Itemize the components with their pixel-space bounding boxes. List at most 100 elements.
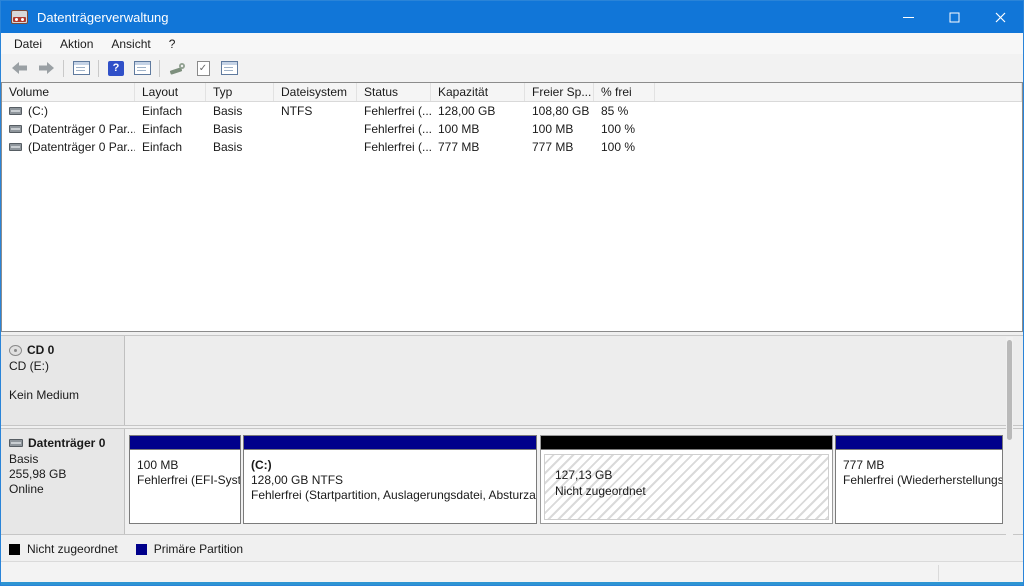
forward-arrow-icon [37,61,55,75]
menu-datei[interactable]: Datei [5,34,51,54]
properties-window-icon [221,61,238,75]
window-title: Datenträgerverwaltung [37,10,169,25]
column-header-freier-sp[interactable]: Freier Sp... [525,83,594,101]
legend-bar: Nicht zugeordnet Primäre Partition [1,538,1023,560]
help-button[interactable]: ? [104,57,128,79]
layout-cell: Einfach [135,122,206,136]
layout-cell: Einfach [135,104,206,118]
partition-size: 777 MB [843,458,995,473]
legend-item-primary: Primäre Partition [136,542,243,556]
freier-sp-cell: 100 MB [525,122,594,136]
legend-label: Nicht zugeordnet [27,542,118,556]
volume-icon [9,107,22,115]
help-icon: ? [108,61,124,76]
prozent-frei-cell: 100 % [594,140,655,154]
table-row[interactable]: (Datenträger 0 Par... Einfach Basis Fehl… [2,120,1022,138]
title-bar: Datenträgerverwaltung [1,1,1023,33]
layout-cell: Einfach [135,140,206,154]
maximize-button[interactable] [931,1,977,33]
wrench-icon [168,61,186,75]
partition-efi[interactable]: 100 MB Fehlerfrei (EFI-Syste [129,435,241,524]
column-header-volume[interactable]: Volume [2,83,135,101]
disk0-capacity: 255,98 GB [9,467,116,482]
caption-buttons [885,1,1023,33]
unallocated-swatch [9,544,20,555]
action-tool-button[interactable] [165,57,189,79]
prozent-frei-cell: 85 % [594,104,655,118]
check-document-button[interactable]: ✓ [191,57,215,79]
maximize-icon [949,12,960,23]
console-tree-icon [73,61,90,75]
disk-icon [9,439,23,447]
partition-status: Fehlerfrei (Wiederherstellungs [843,473,995,488]
disk0-status: Online [9,482,116,497]
column-header-typ[interactable]: Typ [206,83,274,101]
primary-partition-bar [130,436,240,450]
back-arrow-icon [11,61,29,75]
scrollbar-thumb[interactable] [1007,340,1012,440]
table-row[interactable]: (C:) Einfach Basis NTFS Fehlerfrei (... … [2,102,1022,120]
back-button[interactable] [8,57,32,79]
volume-list-pane: Volume Layout Typ Dateisystem Status Kap… [1,82,1023,332]
menu-ansicht[interactable]: Ansicht [102,34,159,54]
disk0-panel[interactable]: Datenträger 0 Basis 255,98 GB Online [1,429,125,534]
column-header-dateisystem[interactable]: Dateisystem [274,83,357,101]
legend-item-unallocated: Nicht zugeordnet [9,542,118,556]
primary-partition-bar [836,436,1002,450]
menu-help[interactable]: ? [160,34,185,54]
properties-window-button[interactable] [217,57,241,79]
kapazitaet-cell: 777 MB [431,140,525,154]
partition-name: (C:) [251,458,529,473]
vertical-scrollbar[interactable] [1006,337,1013,535]
cd-drive-panel[interactable]: CD 0 CD (E:) Kein Medium [1,336,125,425]
status-bar [1,561,1023,584]
graphical-view-pane: CD 0 CD (E:) Kein Medium Datenträger 0 B… [1,332,1023,538]
toolbar-separator [98,60,99,77]
volume-cell: (Datenträger 0 Par... [2,140,135,154]
toolbar-separator [159,60,160,77]
disk-management-window: Datenträgerverwaltung Datei Aktion Ansic… [0,0,1024,586]
column-header-status[interactable]: Status [357,83,431,101]
freier-sp-cell: 108,80 GB [525,104,594,118]
status-cell: Fehlerfrei (... [357,104,431,118]
column-header-kapazitaet[interactable]: Kapazität [431,83,525,101]
table-row[interactable]: (Datenträger 0 Par... Einfach Basis Fehl… [2,138,1022,156]
minimize-button[interactable] [885,1,931,33]
cd-drive-row: CD 0 CD (E:) Kein Medium [1,335,1023,426]
toolbar: ? ✓ [1,54,1023,82]
partition-unallocated[interactable]: 127,13 GB Nicht zugeordnet [540,435,833,524]
primary-partition-swatch [136,544,147,555]
column-header-prozent-frei[interactable]: % frei [594,83,655,101]
detail-pane-button[interactable] [130,57,154,79]
detail-pane-icon [134,61,151,75]
partition-status: Fehlerfrei (Startpartition, Auslagerungs… [251,488,529,503]
close-button[interactable] [977,1,1023,33]
volume-list-header: Volume Layout Typ Dateisystem Status Kap… [2,83,1022,102]
partition-c[interactable]: (C:) 128,00 GB NTFS Fehlerfrei (Startpar… [243,435,537,524]
column-header-filler [655,83,1022,101]
window-border-bottom [1,582,1023,585]
kapazitaet-cell: 100 MB [431,122,525,136]
cd-drive-name: CD 0 [27,343,54,357]
volume-cell: (C:) [2,104,135,118]
primary-partition-bar [244,436,536,450]
status-cell: Fehlerfrei (... [357,140,431,154]
partition-recovery[interactable]: 777 MB Fehlerfrei (Wiederherstellungs [835,435,1003,524]
partition-area: 100 MB Fehlerfrei (EFI-Syste (C:) 128,00… [125,429,1023,534]
kapazitaet-cell: 128,00 GB [431,104,525,118]
toolbar-separator [63,60,64,77]
close-icon [995,12,1006,23]
partition-status: Fehlerfrei (EFI-Syste [137,473,233,488]
volume-icon [9,143,22,151]
typ-cell: Basis [206,140,274,154]
column-header-layout[interactable]: Layout [135,83,206,101]
freier-sp-cell: 777 MB [525,140,594,154]
legend-label: Primäre Partition [154,542,243,556]
dateisystem-cell: NTFS [274,104,357,118]
partition-size: 128,00 GB NTFS [251,473,529,488]
volume-icon [9,125,22,133]
partition-status: Nicht zugeordnet [555,483,828,499]
console-tree-button[interactable] [69,57,93,79]
menu-aktion[interactable]: Aktion [51,34,102,54]
forward-button[interactable] [34,57,58,79]
